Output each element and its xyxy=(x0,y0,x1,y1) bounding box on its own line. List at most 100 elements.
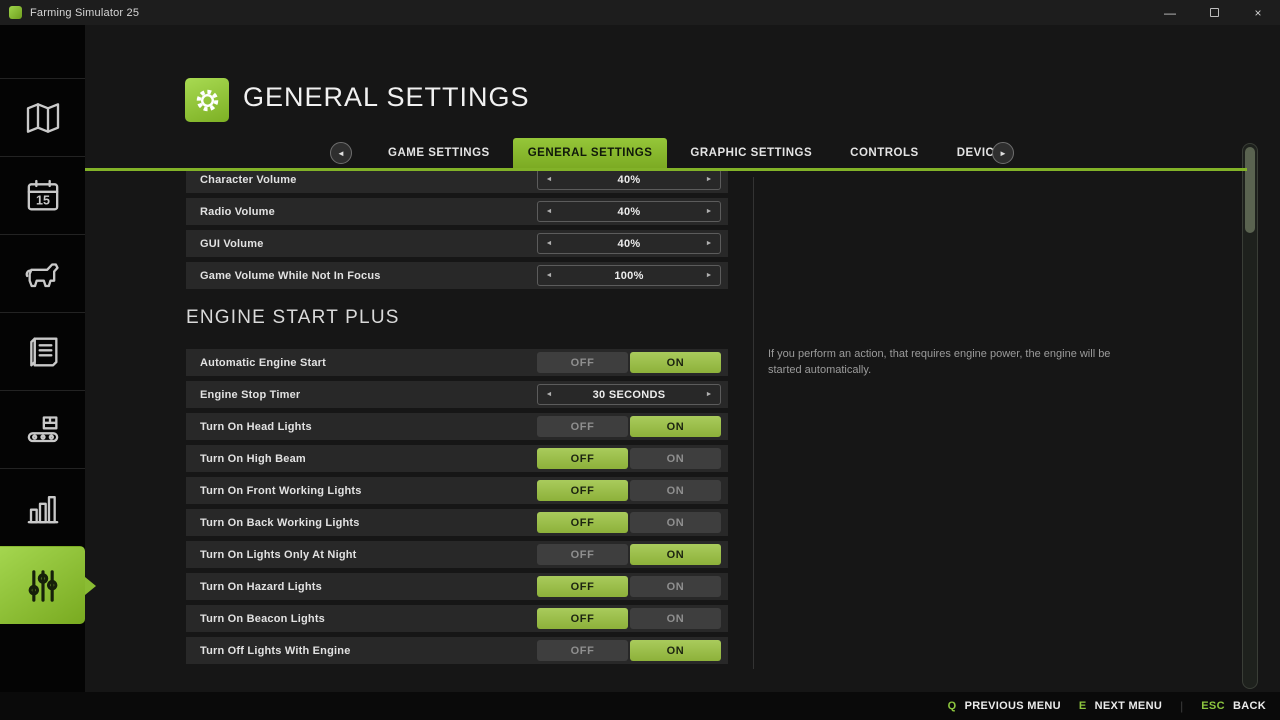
calendar-day-number: 15 xyxy=(36,193,50,207)
setting-label: Turn On Hazard Lights xyxy=(186,581,537,593)
tabs-next-button[interactable]: ► xyxy=(992,142,1014,164)
maximize-button[interactable] xyxy=(1192,0,1236,25)
stepper-control: ◄30 SECONDS► xyxy=(537,384,721,405)
toggle-on-button[interactable]: ON xyxy=(630,640,721,661)
section-title: ENGINE START PLUS xyxy=(186,305,728,331)
stepper-decrease-button[interactable]: ◄ xyxy=(538,234,560,253)
setting-label: Turn On Lights Only At Night xyxy=(186,549,537,561)
contracts-icon xyxy=(23,332,63,372)
tab-bar: ◄ GAME SETTINGS GENERAL SETTINGSGRAPHIC S… xyxy=(85,138,1280,168)
toggle-on-button[interactable]: ON xyxy=(630,416,721,437)
toggle-off-button[interactable]: OFF xyxy=(537,416,628,437)
stepper-increase-button[interactable]: ► xyxy=(698,385,720,404)
shortcut-label: NEXT MENU xyxy=(1095,700,1162,712)
sidebar-item-settings[interactable] xyxy=(0,546,85,624)
toggle-control: OFFON xyxy=(537,608,721,629)
sidebar-item-contracts[interactable] xyxy=(0,312,85,390)
toggle-off-button[interactable]: OFF xyxy=(537,352,628,373)
setting-label: Engine Stop Timer xyxy=(186,389,537,401)
tab-game-settings[interactable]: GAME SETTINGS xyxy=(373,138,505,168)
stepper-control: ◄40%► xyxy=(537,171,721,190)
key-badge: ESC xyxy=(1201,700,1225,712)
toggle-on-button[interactable]: ON xyxy=(630,544,721,565)
shortcut-next-menu[interactable]: ENEXT MENU xyxy=(1079,700,1162,712)
setting-label: GUI Volume xyxy=(186,238,537,250)
window-titlebar: Farming Simulator 25 — × xyxy=(0,0,1280,25)
stepper-decrease-button[interactable]: ◄ xyxy=(538,266,560,285)
stepper-increase-button[interactable]: ► xyxy=(698,234,720,253)
toggle-on-button[interactable]: ON xyxy=(630,480,721,501)
settings-rows: Character Volume◄40%► Radio Volume◄40%► GU… xyxy=(186,171,728,669)
sidebar-item-map[interactable] xyxy=(0,78,85,156)
toggle-off-button[interactable]: OFF xyxy=(537,576,628,597)
toggle-off-button[interactable]: OFF xyxy=(537,480,628,501)
settings-row: Automatic Engine StartOFFON xyxy=(186,349,728,376)
content-divider xyxy=(753,177,754,669)
sidebar-item-statistics[interactable] xyxy=(0,468,85,546)
toggle-off-button[interactable]: OFF xyxy=(537,608,628,629)
setting-label: Turn On High Beam xyxy=(186,453,537,465)
calendar-icon: 15 xyxy=(23,176,63,216)
setting-label: Turn On Head Lights xyxy=(186,421,537,433)
toggle-on-button[interactable]: ON xyxy=(630,448,721,469)
toggle-control: OFFON xyxy=(537,448,721,469)
statistics-icon xyxy=(23,488,63,528)
app-icon xyxy=(9,6,22,19)
stepper-decrease-button[interactable]: ◄ xyxy=(538,171,560,189)
stepper-value: 30 SECONDS xyxy=(560,389,698,401)
close-button[interactable]: × xyxy=(1236,0,1280,25)
sidebar-item-production[interactable] xyxy=(0,390,85,468)
stepper-control: ◄100%► xyxy=(537,265,721,286)
settings-row: Turn On Hazard LightsOFFON xyxy=(186,573,728,600)
stepper-increase-button[interactable]: ► xyxy=(698,171,720,189)
setting-label: Character Volume xyxy=(186,174,537,186)
toggle-on-button[interactable]: ON xyxy=(630,352,721,373)
settings-row: Turn On Head LightsOFFON xyxy=(186,413,728,440)
stepper-decrease-button[interactable]: ◄ xyxy=(538,385,560,404)
settings-row: Turn On Lights Only At NightOFFON xyxy=(186,541,728,568)
sidebar-item-animals[interactable] xyxy=(0,234,85,312)
toggle-control: OFFON xyxy=(537,544,721,565)
settings-row: Engine Stop Timer◄30 SECONDS► xyxy=(186,381,728,408)
tab-general-settings[interactable]: GENERAL SETTINGS xyxy=(513,138,668,168)
toggle-on-button[interactable]: ON xyxy=(630,512,721,533)
settings-row: Turn On Back Working LightsOFFON xyxy=(186,509,728,536)
settings-sliders-icon xyxy=(23,566,63,606)
window-controls: — × xyxy=(1148,0,1280,25)
sidebar-item-calendar[interactable]: 15 xyxy=(0,156,85,234)
setting-description: If you perform an action, that requires … xyxy=(768,347,1118,379)
setting-label: Turn On Beacon Lights xyxy=(186,613,537,625)
stepper-value: 100% xyxy=(560,270,698,282)
maximize-icon xyxy=(1210,8,1219,17)
stepper-increase-button[interactable]: ► xyxy=(698,266,720,285)
stepper-decrease-button[interactable]: ◄ xyxy=(538,202,560,221)
tab-graphic-settings[interactable]: GRAPHIC SETTINGS xyxy=(675,138,827,168)
toggle-control: OFFON xyxy=(537,416,721,437)
shortcut-back[interactable]: ESC BACK xyxy=(1201,700,1266,712)
shortcut-previous-menu[interactable]: QPREVIOUS MENU xyxy=(948,700,1061,712)
tab-controls[interactable]: CONTROLS xyxy=(835,138,934,168)
scrollbar-track[interactable] xyxy=(1242,143,1258,689)
minimize-button[interactable]: — xyxy=(1148,0,1192,25)
toggle-off-button[interactable]: OFF xyxy=(537,448,628,469)
toggle-off-button[interactable]: OFF xyxy=(537,640,628,661)
partial-row-clip: Character Volume◄40%► xyxy=(186,171,728,193)
shortcut-label: BACK xyxy=(1233,700,1266,712)
toggle-off-button[interactable]: OFF xyxy=(537,512,628,533)
toggle-on-button[interactable]: ON xyxy=(630,608,721,629)
stepper-increase-button[interactable]: ► xyxy=(698,202,720,221)
toggle-on-button[interactable]: ON xyxy=(630,576,721,597)
footer-shortcuts: QPREVIOUS MENU ENEXT MENU | ESC BACK xyxy=(948,699,1266,713)
scrollbar-thumb[interactable] xyxy=(1245,147,1255,233)
toggle-off-button[interactable]: OFF xyxy=(537,544,628,565)
settings-row: Turn On High BeamOFFON xyxy=(186,445,728,472)
setting-label: Game Volume While Not In Focus xyxy=(186,270,537,282)
setting-label: Automatic Engine Start xyxy=(186,357,537,369)
key-badge: Q xyxy=(948,700,957,712)
settings-row: Character Volume◄40%► xyxy=(186,171,728,193)
settings-row: Turn On Beacon LightsOFFON xyxy=(186,605,728,632)
footer-separator: | xyxy=(1180,699,1183,713)
settings-row: Turn Off Lights With EngineOFFON xyxy=(186,637,728,664)
tabs-previous-button[interactable]: ◄ xyxy=(330,142,352,164)
settings-row: Radio Volume◄40%► xyxy=(186,198,728,225)
